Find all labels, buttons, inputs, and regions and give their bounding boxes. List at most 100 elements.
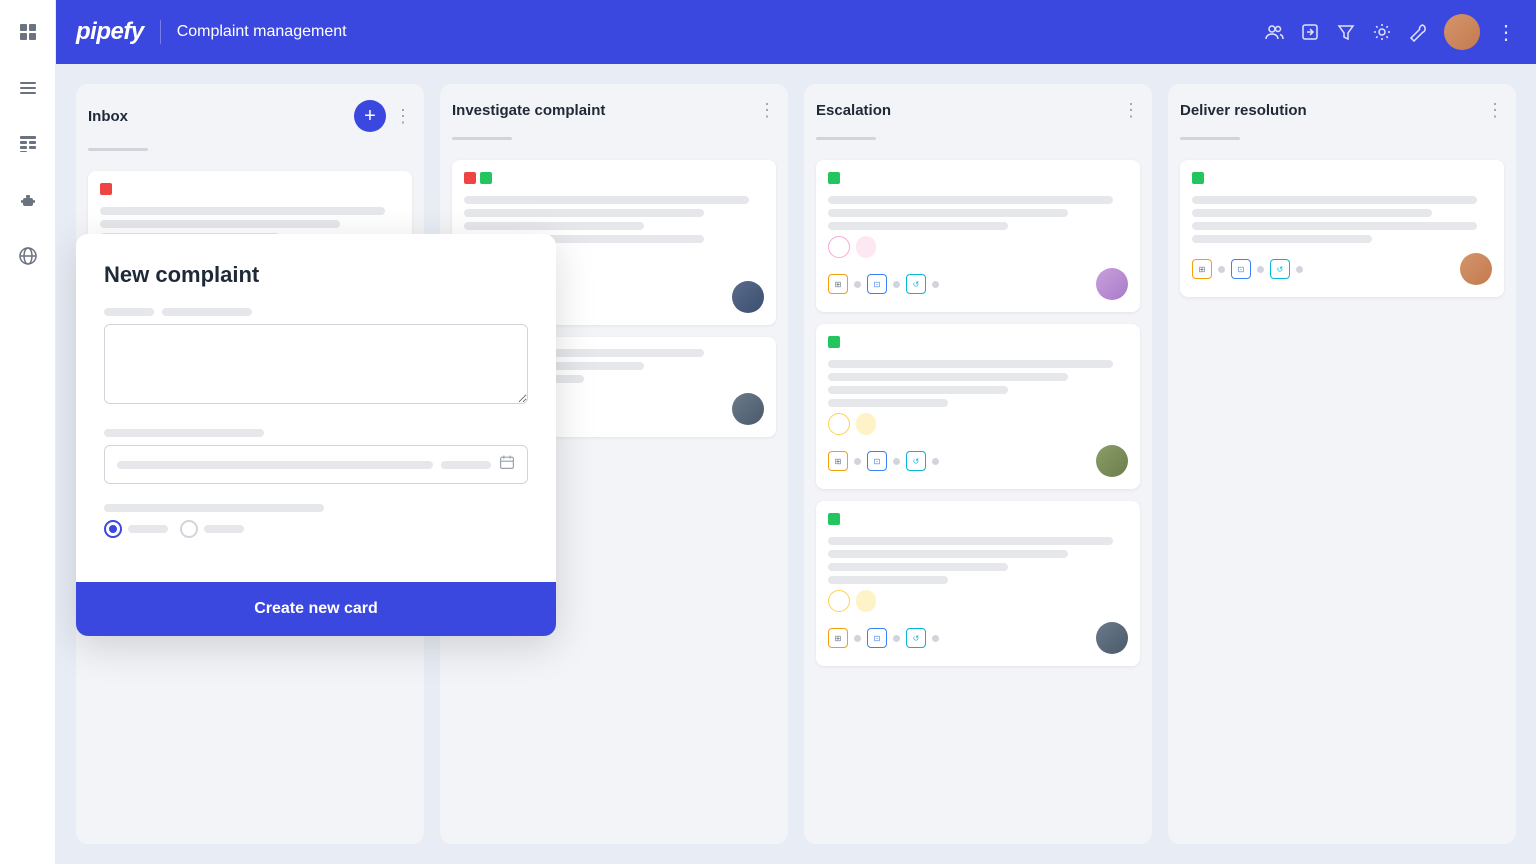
column-title-investigate: Investigate complaint bbox=[452, 102, 605, 119]
radio-label-2 bbox=[204, 525, 244, 533]
card-dot bbox=[1218, 266, 1225, 273]
card-footer: ⊞ ⊡ ↺ bbox=[828, 445, 1128, 477]
create-new-card-button[interactable]: Create new card bbox=[104, 600, 528, 618]
card-line bbox=[1192, 209, 1432, 217]
card-icon-yellow: ⊞ bbox=[828, 451, 848, 471]
card-line bbox=[828, 399, 948, 407]
card-icons: ⊞ ⊡ ↺ bbox=[828, 628, 939, 648]
sidebar-item-grid[interactable] bbox=[12, 16, 44, 48]
sidebar-item-list[interactable] bbox=[12, 72, 44, 104]
column-more-investigate[interactable]: ⋮ bbox=[758, 100, 776, 121]
card-line bbox=[464, 222, 644, 230]
card-tag-green bbox=[1192, 172, 1204, 184]
badge-orange-light bbox=[856, 590, 876, 612]
date-field[interactable] bbox=[104, 445, 528, 484]
card-icon-yellow: ⊞ bbox=[1192, 259, 1212, 279]
badge-pink-light bbox=[856, 236, 876, 258]
form-label-skel bbox=[104, 429, 264, 437]
radio-option-1[interactable] bbox=[104, 520, 168, 538]
header-left: pipefy Complaint management bbox=[76, 18, 347, 46]
card-line bbox=[828, 360, 1113, 368]
sidebar-item-bot[interactable] bbox=[12, 184, 44, 216]
card-line bbox=[1192, 222, 1477, 230]
pipefy-logo: pipefy bbox=[76, 18, 144, 46]
column-more-deliver[interactable]: ⋮ bbox=[1486, 100, 1504, 121]
card-icon-cyan: ↺ bbox=[906, 451, 926, 471]
badge-orange-outline bbox=[828, 413, 850, 435]
column-more-escalation[interactable]: ⋮ bbox=[1122, 100, 1140, 121]
header-divider bbox=[160, 20, 161, 44]
import-icon[interactable] bbox=[1300, 22, 1320, 42]
card-tag-green bbox=[828, 172, 840, 184]
card-icon-blue: ⊡ bbox=[867, 274, 887, 294]
card-dot bbox=[1257, 266, 1264, 273]
form-label-row-3 bbox=[104, 504, 528, 512]
main-content: pipefy Complaint management bbox=[56, 0, 1536, 864]
column-title-escalation: Escalation bbox=[816, 102, 891, 119]
card-icon-cyan: ↺ bbox=[1270, 259, 1290, 279]
column-header-investigate: Investigate complaint ⋮ bbox=[452, 100, 776, 121]
card-dot bbox=[1296, 266, 1303, 273]
users-icon[interactable] bbox=[1264, 22, 1284, 42]
card-tag-green bbox=[828, 336, 840, 348]
card-icons: ⊞ ⊡ ↺ bbox=[828, 451, 939, 471]
add-card-button-inbox[interactable]: + bbox=[354, 100, 386, 132]
wrench-icon[interactable] bbox=[1408, 22, 1428, 42]
header-more-menu[interactable]: ⋮ bbox=[1496, 20, 1516, 45]
card-dot bbox=[854, 635, 861, 642]
card-dot bbox=[932, 458, 939, 465]
card-line bbox=[828, 576, 948, 584]
sidebar-item-table[interactable] bbox=[12, 128, 44, 160]
description-textarea[interactable] bbox=[104, 324, 528, 404]
board-wrapper: Inbox + ⋮ ⊞ bbox=[56, 64, 1536, 864]
column-more-inbox[interactable]: ⋮ bbox=[394, 106, 412, 127]
card-line bbox=[100, 207, 385, 215]
card-deliver-1[interactable]: ⊞ ⊡ ↺ bbox=[1180, 160, 1504, 297]
card-avatar bbox=[1096, 445, 1128, 477]
column-underline-deliver bbox=[1180, 137, 1240, 140]
page-title: Complaint management bbox=[177, 23, 347, 41]
radio-option-2[interactable] bbox=[180, 520, 244, 538]
card-dot bbox=[893, 458, 900, 465]
settings-icon[interactable] bbox=[1372, 22, 1392, 42]
form-label-skel bbox=[104, 308, 154, 316]
date-skel bbox=[117, 461, 433, 469]
modal-body: New complaint bbox=[76, 234, 556, 582]
card-dot bbox=[893, 635, 900, 642]
card-line bbox=[828, 550, 1068, 558]
form-label-row-1 bbox=[104, 308, 528, 316]
column-deliver: Deliver resolution ⋮ ⊞ ⊡ bbox=[1168, 84, 1516, 844]
new-complaint-modal: New complaint bbox=[76, 234, 556, 636]
card-avatar bbox=[1096, 268, 1128, 300]
card-icons: ⊞ ⊡ ↺ bbox=[828, 274, 939, 294]
card-escalation-1[interactable]: ⊞ ⊡ ↺ bbox=[816, 160, 1140, 312]
card-avatar bbox=[1096, 622, 1128, 654]
radio-label-1 bbox=[128, 525, 168, 533]
card-icon-cyan: ↺ bbox=[906, 274, 926, 294]
card-badges bbox=[828, 413, 1128, 435]
card-dot bbox=[932, 281, 939, 288]
card-line bbox=[464, 196, 749, 204]
card-line bbox=[100, 220, 340, 228]
calendar-icon[interactable] bbox=[499, 454, 515, 475]
card-line bbox=[464, 209, 704, 217]
card-tag-red bbox=[464, 172, 476, 184]
user-avatar[interactable] bbox=[1444, 14, 1480, 50]
card-escalation-3[interactable]: ⊞ ⊡ ↺ bbox=[816, 501, 1140, 666]
card-line bbox=[828, 209, 1068, 217]
card-escalation-2[interactable]: ⊞ ⊡ ↺ bbox=[816, 324, 1140, 489]
filter-icon[interactable] bbox=[1336, 22, 1356, 42]
card-dot bbox=[854, 281, 861, 288]
badge-orange-light bbox=[856, 413, 876, 435]
card-line bbox=[828, 196, 1113, 204]
column-header-deliver: Deliver resolution ⋮ bbox=[1180, 100, 1504, 121]
radio-outer-2 bbox=[180, 520, 198, 538]
card-avatar bbox=[1460, 253, 1492, 285]
sidebar-item-globe[interactable] bbox=[12, 240, 44, 272]
date-skel-2 bbox=[441, 461, 491, 469]
modal-footer: Create new card bbox=[76, 582, 556, 636]
column-underline-inbox bbox=[88, 148, 148, 151]
column-header-inbox: Inbox + ⋮ bbox=[88, 100, 412, 132]
form-label-skel bbox=[104, 504, 324, 512]
card-badges bbox=[828, 590, 1128, 612]
